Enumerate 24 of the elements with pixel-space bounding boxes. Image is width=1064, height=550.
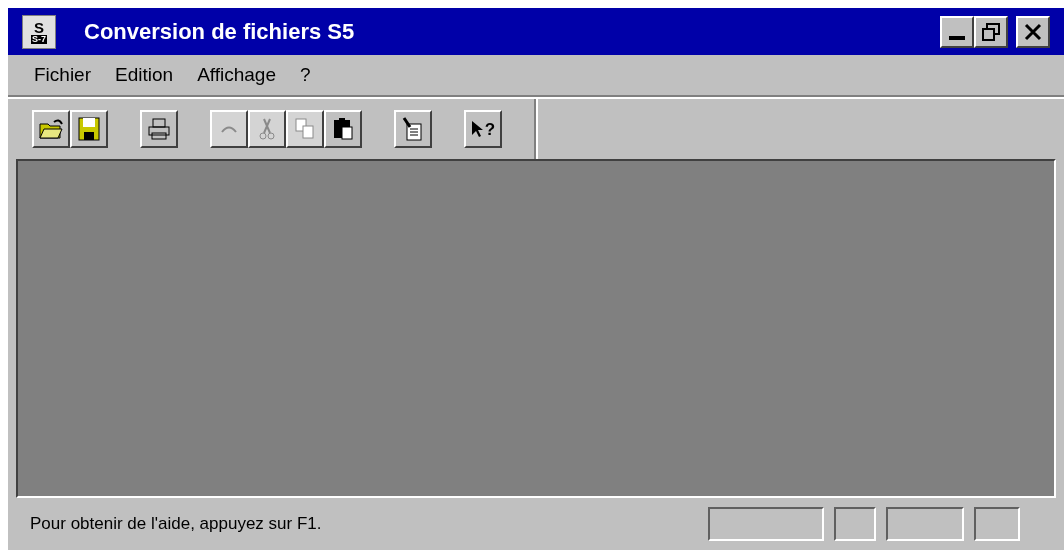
restore-icon xyxy=(982,22,1000,41)
toolbar-button[interactable] xyxy=(32,110,70,148)
close-icon xyxy=(1024,22,1042,41)
restore-button[interactable] xyxy=(974,15,1008,48)
app-icon: S S-7 xyxy=(22,14,56,49)
minimize-button[interactable] xyxy=(940,15,974,48)
toolbar-button[interactable] xyxy=(70,110,108,148)
toolbar-button[interactable] xyxy=(394,110,432,148)
printer-icon xyxy=(146,116,172,142)
folder-icon xyxy=(38,116,64,142)
status-panel xyxy=(974,507,1020,541)
toolbar-button[interactable]: ? xyxy=(464,110,502,148)
toolbar-button[interactable] xyxy=(324,110,362,148)
menu-item[interactable]: Fichier xyxy=(24,60,101,90)
minimize-icon xyxy=(949,35,965,40)
toolbar-button[interactable] xyxy=(140,110,178,148)
window-title: Conversion de fichiers S5 xyxy=(84,18,356,46)
pointer-icon xyxy=(470,120,485,138)
menu-item[interactable]: Edition xyxy=(105,60,184,90)
status-panel xyxy=(834,507,876,541)
menu-item[interactable]: ? xyxy=(290,60,321,90)
close-button[interactable] xyxy=(1016,15,1050,48)
menu-item[interactable]: Affichage xyxy=(187,60,286,90)
status-message: Pour obtenir de l'aide, appuyez sur F1. xyxy=(30,513,323,536)
